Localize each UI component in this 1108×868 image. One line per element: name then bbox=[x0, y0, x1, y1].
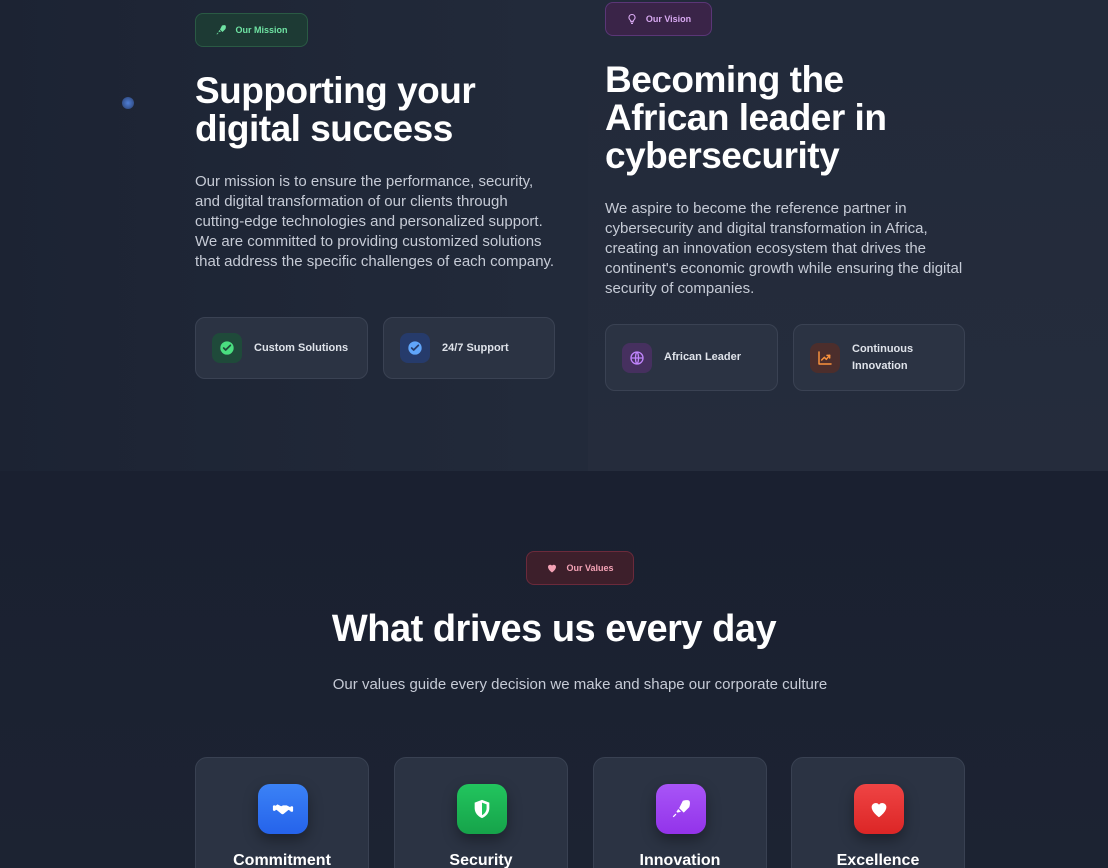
vision-text: We aspire to become the reference partne… bbox=[605, 200, 963, 297]
badge-check-icon bbox=[400, 333, 430, 363]
mission-title: Supporting your digital success bbox=[195, 70, 476, 149]
vision-badge: Our Vision bbox=[605, 2, 712, 36]
heart-icon bbox=[548, 564, 557, 573]
vision-badge-label: Our Vision bbox=[645, 14, 692, 24]
feature-continuous-innovation: Continuous Innovation bbox=[793, 324, 965, 391]
mission-text: Our mission is to ensure the performance… bbox=[195, 173, 555, 270]
value-card-excellence: Excellence bbox=[791, 757, 965, 868]
check-circle-icon bbox=[212, 333, 242, 363]
shield-icon bbox=[457, 784, 507, 834]
mission-badge-label: Our Mission bbox=[235, 25, 288, 35]
chart-line-icon bbox=[810, 342, 840, 373]
values-badge: Our Values bbox=[526, 551, 634, 585]
value-card-innovation: Innovation bbox=[593, 757, 767, 868]
lightbulb-icon bbox=[628, 13, 636, 25]
feature-label: Continuous Innovation bbox=[852, 342, 914, 372]
value-card-title: Innovation bbox=[639, 852, 721, 868]
feature-african-leader: African Leader bbox=[605, 324, 778, 391]
value-card-commitment: Commitment bbox=[195, 757, 369, 868]
decorative-dot bbox=[122, 97, 134, 109]
value-card-security: Security bbox=[394, 757, 568, 868]
heart-icon bbox=[854, 784, 904, 834]
vision-title: Becoming the African leader in cybersecu… bbox=[605, 59, 887, 176]
feature-label: African Leader bbox=[664, 351, 742, 363]
values-badge-label: Our Values bbox=[566, 563, 614, 573]
rocket-icon bbox=[216, 25, 227, 35]
value-card-title: Security bbox=[449, 852, 513, 868]
value-card-title: Excellence bbox=[836, 852, 920, 868]
values-title: What drives us every day bbox=[331, 608, 777, 650]
feature-label: 24/7 Support bbox=[442, 341, 509, 354]
mission-badge: Our Mission bbox=[195, 13, 308, 47]
feature-label: Custom Solutions bbox=[254, 341, 349, 354]
feature-support: 24/7 Support bbox=[383, 317, 555, 379]
feature-custom-solutions: Custom Solutions bbox=[195, 317, 368, 379]
value-card-title: Commitment bbox=[233, 852, 331, 868]
rocket-icon bbox=[656, 784, 706, 834]
globe-icon bbox=[622, 342, 652, 373]
handshake-icon bbox=[258, 784, 308, 834]
values-subtitle: Our values guide every decision we make … bbox=[332, 676, 828, 693]
